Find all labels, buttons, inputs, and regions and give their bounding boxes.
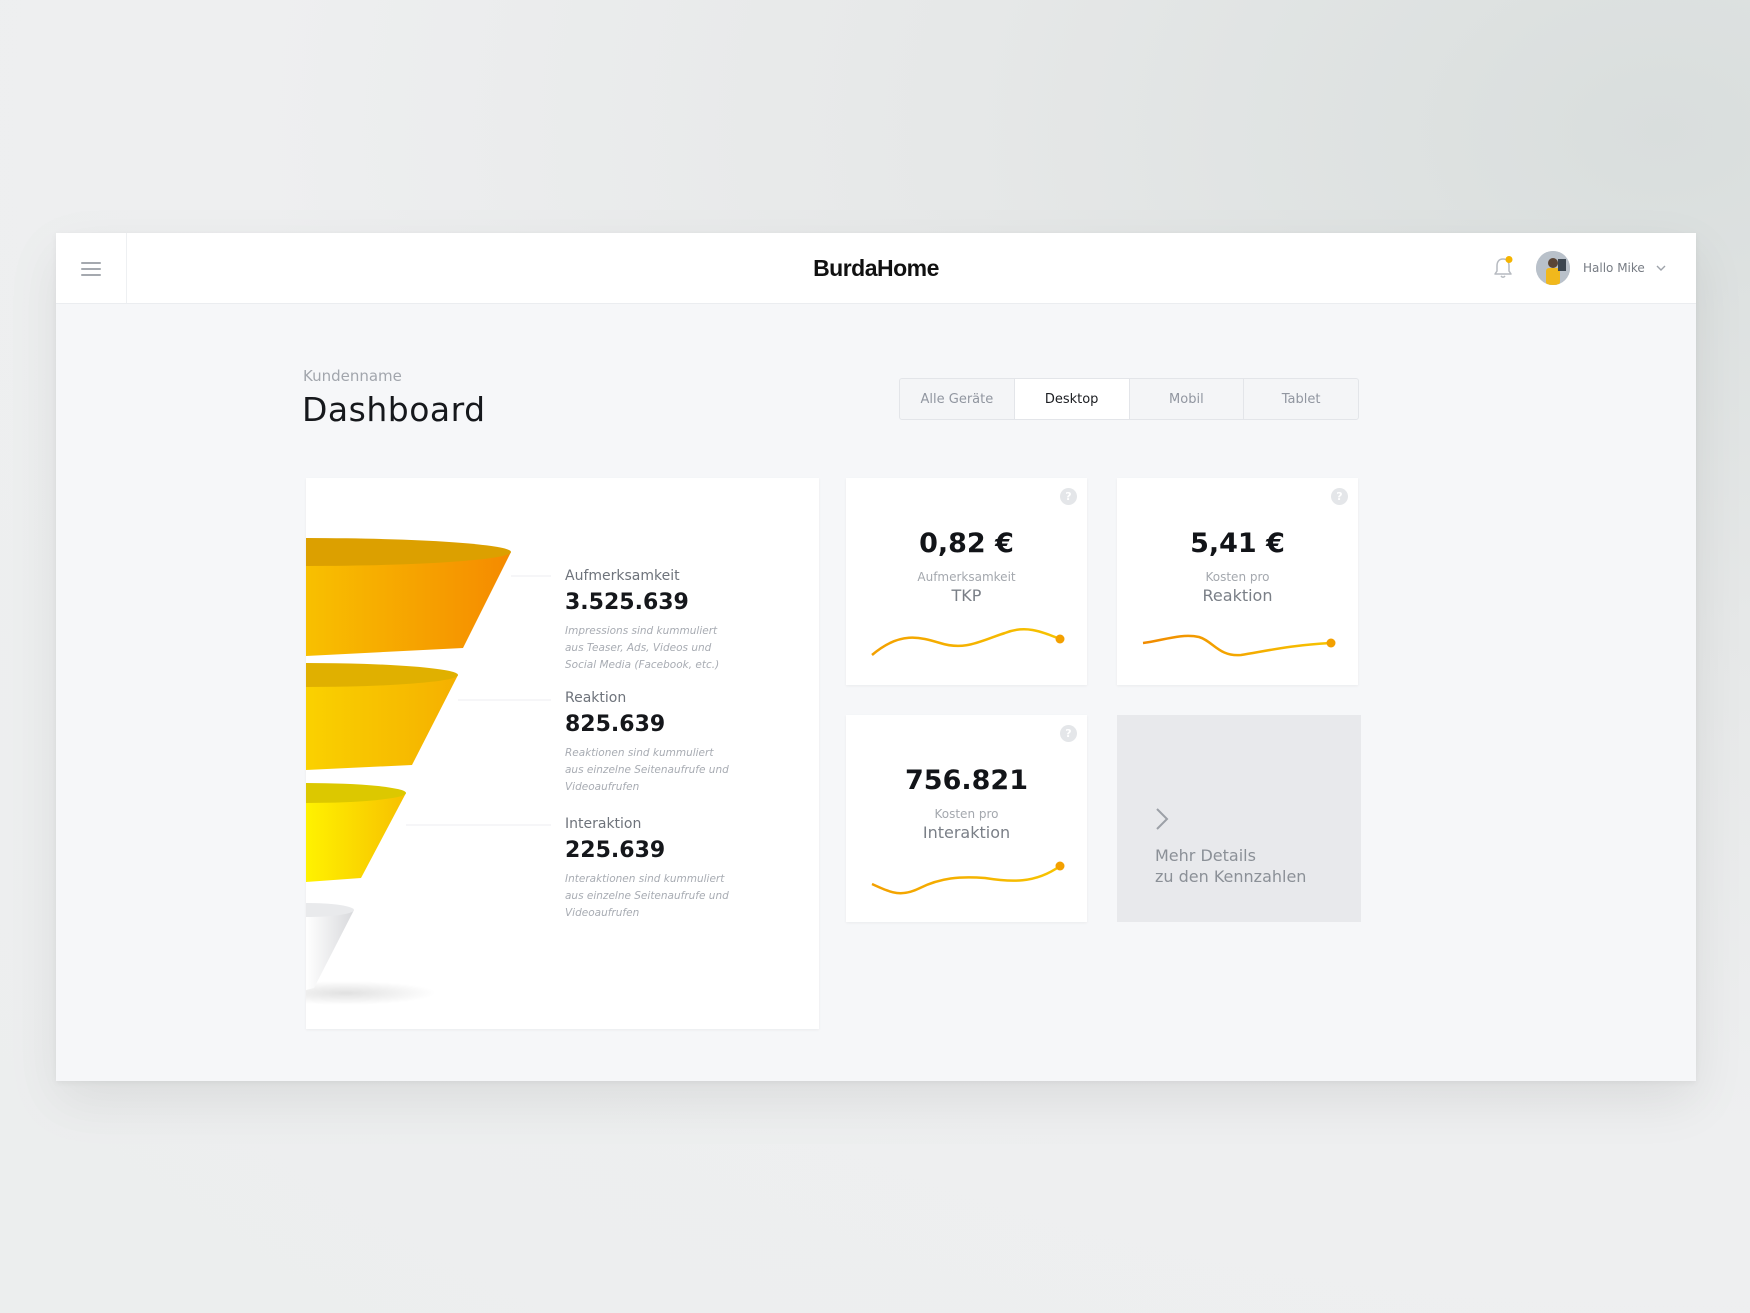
tab-alle-geraete[interactable]: Alle Geräte [900,379,1015,419]
app-window: BurdaHome Hallo Mike Kundenname Dashboar… [56,233,1696,1081]
stage-value: 825.639 [565,712,666,737]
kpi-value: 756.821 [905,765,1028,796]
more-details-line2: zu den Kennzahlen [1155,867,1307,886]
funnel-card: Aufmerksamkeit 3.525.639 Impressions sin… [306,478,819,1029]
kpi-sparkline [871,628,1065,656]
funnel-stage-info: Aufmerksamkeit 3.525.639 Impressions sin… [565,568,805,674]
kpi-value: 0,82 € [919,528,1014,559]
help-icon[interactable]: ? [1331,488,1348,505]
kpi-subtitle: Kosten pro [934,807,999,821]
stage-label: Interaktion [565,816,642,832]
more-details-label: Mehr Details zu den Kennzahlen [1155,845,1306,887]
user-greeting: Hallo Mike [1583,261,1645,275]
stage-note: Impressions sind kummuliert aus Teaser, … [565,625,720,671]
bell-icon[interactable] [1491,255,1515,281]
chevron-right-icon [1156,808,1169,830]
kpi-name: Interaktion [922,823,1011,842]
tab-desktop[interactable]: Desktop [1014,379,1130,419]
funnel-stage-tip [306,906,354,990]
kpi-sparkline [871,861,1065,895]
top-bar: BurdaHome Hallo Mike [56,233,1696,304]
page-subtitle: Kundenname [303,367,402,385]
tab-mobil[interactable]: Mobil [1130,379,1245,419]
kpi-name: Reaktion [1202,586,1273,605]
kpi-card-interaktion: ? 756.821 Kosten pro Interaktion [846,715,1087,922]
help-icon[interactable]: ? [1060,725,1077,742]
stage-label: Aufmerksamkeit [565,568,680,584]
device-tabs: Alle Geräte Desktop Mobil Tablet [899,378,1359,420]
tab-tablet[interactable]: Tablet [1244,379,1358,419]
page-title: Dashboard [302,390,486,429]
help-icon[interactable]: ? [1060,488,1077,505]
brand-logo: BurdaHome [813,255,939,281]
kpi-sparkline [1142,634,1336,657]
funnel-stage-info: Interaktion 225.639 Interaktionen sind k… [565,816,805,922]
chevron-down-icon [1656,265,1666,271]
stage-label: Reaktion [565,690,627,706]
kpi-card-reaktion: ? 5,41 € Kosten pro Reaktion [1117,478,1358,685]
kpi-value: 5,41 € [1190,528,1285,559]
stage-note: Reaktionen sind kummuliert aus einzelne … [565,747,729,793]
stage-value: 225.639 [565,838,666,863]
kpi-card-tkp: ? 0,82 € Aufmerksamkeit TKP [846,478,1087,685]
kpi-subtitle: Kosten pro [1205,570,1270,584]
funnel-stage-info: Reaktion 825.639 Reaktionen sind kummuli… [565,690,805,796]
stage-value: 3.525.639 [565,590,689,615]
more-details-line1: Mehr Details [1155,846,1256,865]
avatar [1536,251,1570,285]
kpi-subtitle: Aufmerksamkeit [917,570,1016,584]
user-menu[interactable]: Hallo Mike [1536,250,1667,286]
stage-note: Interaktionen sind kummuliert aus einzel… [565,873,729,919]
more-details-button[interactable]: Mehr Details zu den Kennzahlen [1117,715,1361,922]
kpi-name: TKP [951,586,982,605]
